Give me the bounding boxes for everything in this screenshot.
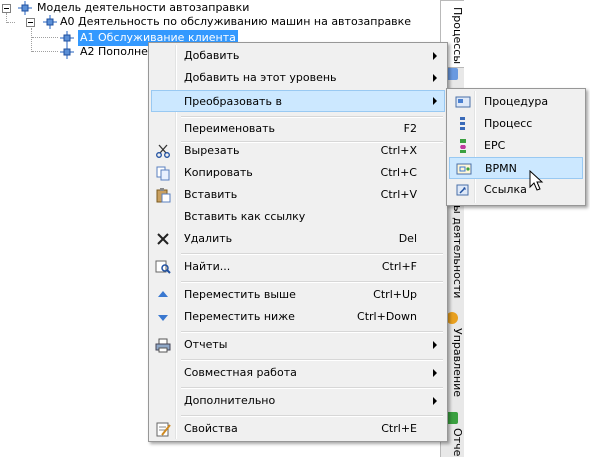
menu-separator [181,387,443,389]
right-pane [464,0,590,457]
delete-icon [157,233,169,245]
submenu-item-link[interactable]: Ссылка [449,179,583,201]
convert-submenu: Процедура Процесс EPC BPMN Ссылка [446,88,586,206]
submenu-item-process[interactable]: Процесс [449,113,583,135]
paste-icon [156,188,171,203]
tab-label: Процессы [451,7,464,65]
function-node-icon [60,45,74,59]
shortcut-label: Ctrl+E [381,422,417,435]
menu-item-copy[interactable]: Копировать Ctrl+C [151,162,445,184]
shortcut-label: Ctrl+Up [373,288,417,301]
tree-node-label: А0 Деятельность по обслуживанию машин на… [60,15,412,28]
menu-separator [181,331,443,333]
submenu-arrow-icon [433,369,437,377]
menu-item-paste-link[interactable]: Вставить как ссылку [151,206,445,228]
menu-item-label: Копировать [184,166,253,179]
menu-item-find[interactable]: Найти... Ctrl+F [151,256,445,278]
menu-separator [181,253,443,255]
shortcut-label: Ctrl+X [380,144,417,157]
menu-item-label: Преобразовать в [184,95,282,108]
arrow-down-icon [158,315,168,321]
menu-separator [181,359,443,361]
tree-connector [31,28,32,52]
menu-item-label: Вставить как ссылку [184,210,306,223]
procedure-icon [455,96,471,108]
shortcut-label: Ctrl+F [381,260,417,273]
scissors-icon [156,144,170,158]
menu-item-label: Добавить на этот уровень [184,71,337,84]
menu-item-label: Вырезать [184,144,240,157]
menu-item-move-up[interactable]: Переместить выше Ctrl+Up [151,284,445,306]
submenu-arrow-icon [433,97,437,105]
shortcut-label: Ctrl+V [380,188,417,201]
function-node-icon [18,1,32,15]
tree-connector [32,37,58,38]
process-icon [460,117,465,130]
menu-item-cut[interactable]: Вырезать Ctrl+X [151,140,445,162]
copy-icon [156,166,170,181]
tree-node-a0[interactable]: А0 Деятельность по обслуживанию машин на… [16,14,440,30]
menu-item-label: Вставить [184,188,238,201]
menu-item-label: Дополнительно [184,394,276,407]
menu-item-label: Совместная работа [184,366,297,379]
tree-node-a2[interactable]: А2 Пополнени [58,44,150,60]
submenu-arrow-icon [433,341,437,349]
submenu-item-bpmn[interactable]: BPMN [449,157,583,179]
submenu-arrow-icon [433,397,437,405]
printer-icon [155,338,171,353]
function-node-icon [60,31,74,45]
tree-node-label: А2 Пополнени [80,45,150,58]
submenu-item-label: Процедура [484,95,549,108]
menu-item-label: Свойства [184,422,238,435]
menu-item-label: Найти... [184,260,231,273]
shortcut-label: Ctrl+Down [357,310,417,323]
menu-separator [181,415,443,417]
link-icon [456,184,469,196]
epc-icon [460,139,466,153]
submenu-arrow-icon [433,52,437,60]
tab-label: Отче [451,428,464,457]
menu-item-label: Переместить выше [184,288,296,301]
menu-separator [181,281,443,283]
menu-item-paste[interactable]: Вставить Ctrl+V [151,184,445,206]
submenu-item-label: Процесс [484,117,533,130]
menu-item-move-down[interactable]: Переместить ниже Ctrl+Down [151,306,445,328]
submenu-item-label: Ссылка [484,183,527,196]
bpmn-icon [456,163,472,175]
shortcut-label: Del [398,232,417,245]
menu-item-label: Отчеты [184,338,228,351]
function-node-icon [43,15,57,29]
properties-icon [156,422,171,437]
menu-item-label: Переименовать [184,122,276,135]
tab-label: кты деятельности [451,191,464,299]
shortcut-label: F2 [403,122,417,135]
collapse-icon[interactable] [26,18,35,27]
find-icon [155,260,171,274]
submenu-item-label: EPC [484,139,506,152]
collapse-icon[interactable] [2,4,11,13]
menu-item-label: Переместить ниже [184,310,295,323]
menu-item-convert[interactable]: Преобразовать в [151,90,445,112]
menu-item-rename[interactable]: Переименовать F2 [151,118,445,140]
context-menu: Добавить Добавить на этот уровень Преобр… [148,42,448,442]
menu-item-collab[interactable]: Совместная работа [151,362,445,384]
menu-item-reports[interactable]: Отчеты [151,334,445,356]
submenu-item-procedure[interactable]: Процедура [449,91,583,113]
submenu-item-label: BPMN [485,162,517,175]
arrow-up-icon [158,291,168,297]
menu-item-add[interactable]: Добавить [151,45,445,67]
mouse-cursor-icon [529,170,544,191]
menu-item-label: Удалить [184,232,233,245]
submenu-item-epc[interactable]: EPC [449,135,583,157]
tree-connector [7,22,15,23]
shortcut-label: Ctrl+C [380,166,417,179]
menu-item-delete[interactable]: Удалить Del [151,228,445,250]
menu-item-add-level[interactable]: Добавить на этот уровень [151,67,445,89]
menu-item-extra[interactable]: Дополнительно [151,390,445,412]
tree-connector [32,51,58,52]
submenu-arrow-icon [433,74,437,82]
menu-item-properties[interactable]: Свойства Ctrl+E [151,418,445,440]
menu-item-label: Добавить [184,49,240,62]
tab-label: Управление [451,328,464,398]
